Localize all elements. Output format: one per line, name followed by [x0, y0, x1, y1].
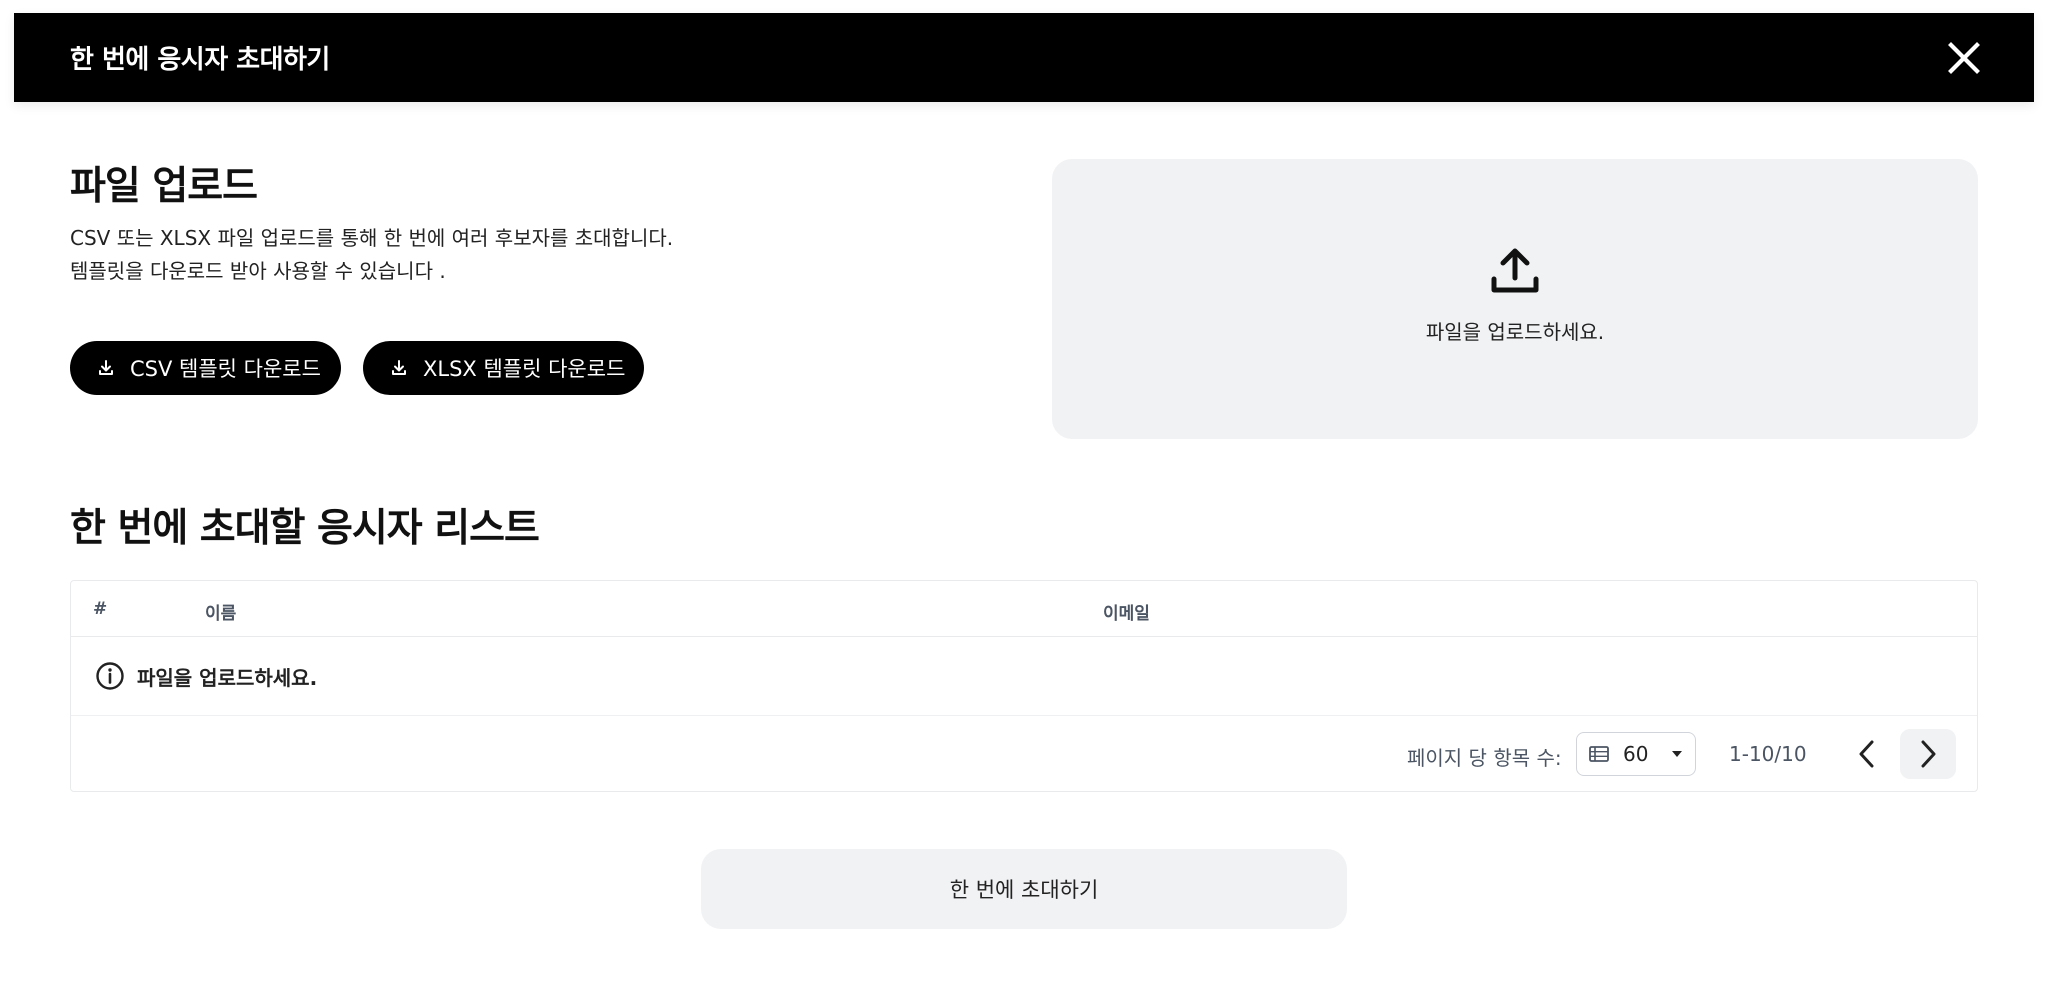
info-icon: [95, 661, 125, 691]
file-dropzone[interactable]: 파일을 업로드하세요.: [1052, 159, 1978, 439]
rows-per-page-label: 페이지 당 항목 수:: [1407, 746, 1562, 770]
csv-template-download-label: CSV 템플릿 다운로드: [130, 357, 321, 381]
download-icon: [96, 358, 116, 378]
xlsx-template-download-label: XLSX 템플릿 다운로드: [423, 357, 626, 381]
empty-state-row: 파일을 업로드하세요.: [71, 637, 1977, 716]
table-header: # 이름 이메일: [71, 581, 1977, 637]
column-header-name: 이름: [205, 604, 237, 624]
list-icon: [1589, 746, 1609, 762]
invite-list-title: 한 번에 초대할 응시자 리스트: [70, 506, 540, 551]
download-icon: [389, 358, 409, 378]
pagination-bar: 페이지 당 항목 수: 60 1-10/10: [71, 716, 1977, 793]
upload-description-line-1: CSV 또는 XLSX 파일 업로드를 통해 한 번에 여러 후보자를 초대합니…: [70, 226, 674, 250]
upload-icon: [1491, 248, 1539, 292]
upload-description: CSV 또는 XLSX 파일 업로드를 통해 한 번에 여러 후보자를 초대합니…: [70, 222, 673, 288]
upload-section-title: 파일 업로드: [70, 164, 258, 209]
next-page-button[interactable]: [1900, 729, 1956, 779]
caret-down-icon: [1671, 750, 1683, 758]
csv-template-download-button[interactable]: CSV 템플릿 다운로드: [70, 341, 341, 395]
upload-description-line-2: 템플릿을 다운로드 받아 사용할 수 있습니다 .: [70, 259, 446, 283]
chevron-left-icon: [1859, 740, 1874, 768]
chevron-right-icon: [1921, 740, 1936, 768]
invite-all-button[interactable]: 한 번에 초대하기: [701, 849, 1347, 929]
close-button[interactable]: [1944, 38, 1984, 78]
previous-page-button[interactable]: [1839, 729, 1895, 779]
dialog-title: 한 번에 응시자 초대하기: [70, 45, 330, 75]
pagination-range: 1-10/10: [1729, 742, 1807, 766]
column-header-email: 이메일: [1103, 604, 1150, 624]
column-header-number: #: [93, 599, 108, 619]
invite-list-table: # 이름 이메일 파일을 업로드하세요. 페이지 당 항목 수: 60 1-10…: [70, 580, 1978, 792]
xlsx-template-download-button[interactable]: XLSX 템플릿 다운로드: [363, 341, 644, 395]
rows-per-page-select[interactable]: 60: [1576, 732, 1696, 776]
close-icon: [1948, 41, 1980, 74]
dropzone-text: 파일을 업로드하세요.: [1425, 319, 1605, 344]
rows-per-page-value: 60: [1623, 742, 1649, 766]
empty-state-text: 파일을 업로드하세요.: [137, 665, 318, 690]
dialog-header: 한 번에 응시자 초대하기: [14, 13, 2034, 102]
